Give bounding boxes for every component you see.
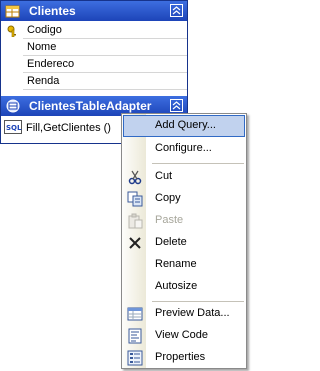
preview-data-icon: [127, 306, 143, 322]
menu-item-label: Properties: [155, 351, 206, 363]
tableadapter-icon: [5, 98, 21, 114]
menu-item-autosize[interactable]: Autosize: [123, 276, 245, 298]
menu-item-label: View Code: [155, 329, 208, 341]
menu-item-label: Copy: [155, 192, 181, 204]
menu-item-configure[interactable]: Configure...: [123, 138, 245, 160]
column-row-codigo[interactable]: Codigo: [23, 22, 187, 39]
menu-separator: [152, 301, 244, 302]
key-icon: [7, 25, 19, 38]
view-code-icon: [127, 328, 143, 344]
column-name: Endereco: [27, 58, 75, 70]
scissors-icon: [127, 169, 143, 185]
chevron-up-icon: [172, 101, 181, 110]
menu-item-label: Delete: [155, 236, 187, 248]
column-row-renda[interactable]: Renda: [23, 73, 187, 90]
menu-item-label: Autosize: [155, 280, 198, 292]
menu-item-add-query[interactable]: Add Query...: [123, 115, 245, 137]
menu-item-properties[interactable]: Properties: [123, 347, 245, 369]
menu-item-delete[interactable]: Delete: [123, 232, 245, 254]
menu-item-label: Add Query...: [155, 119, 216, 131]
delete-x-icon: [127, 235, 143, 251]
svg-text:SQL: SQL: [6, 124, 22, 132]
copy-icon: [127, 191, 143, 207]
collapse-adapter-button[interactable]: [170, 99, 183, 112]
column-name: Codigo: [27, 24, 62, 36]
column-row-endereco[interactable]: Endereco: [23, 56, 187, 73]
menu-item-label: Cut: [155, 170, 173, 182]
menu-item-label: Configure...: [155, 142, 212, 154]
menu-item-preview-data[interactable]: Preview Data...: [123, 303, 245, 325]
menu-item-label: Paste: [155, 214, 184, 226]
menu-item-cut[interactable]: Cut: [123, 166, 245, 188]
chevron-up-icon: [172, 6, 181, 15]
sql-icon: SQL: [4, 120, 22, 137]
column-name: Renda: [27, 75, 60, 87]
column-name: Nome: [27, 41, 57, 53]
menu-item-view-code[interactable]: View Code: [123, 325, 245, 347]
query-name: Fill,GetClientes (): [26, 122, 111, 134]
column-row-nome[interactable]: Nome: [23, 39, 187, 56]
menu-item-copy[interactable]: Copy: [123, 188, 245, 210]
menu-item-rename[interactable]: Rename: [123, 254, 245, 276]
menu-separator: [152, 163, 244, 164]
tableadapter-title: ClientesTableAdapter: [29, 99, 152, 113]
paste-icon: [127, 213, 143, 229]
properties-icon: [127, 350, 143, 366]
datatable-title: Clientes: [29, 4, 76, 18]
collapse-table-button[interactable]: [170, 4, 183, 17]
context-menu: Add Query... Configure... Cut Copy Paste…: [121, 113, 247, 369]
datatable-icon: [5, 3, 21, 19]
menu-item-label: Rename: [155, 258, 197, 270]
menu-item-label: Preview Data...: [155, 307, 230, 319]
datatable-header[interactable]: Clientes: [1, 1, 187, 21]
menu-item-paste[interactable]: Paste: [123, 210, 245, 232]
